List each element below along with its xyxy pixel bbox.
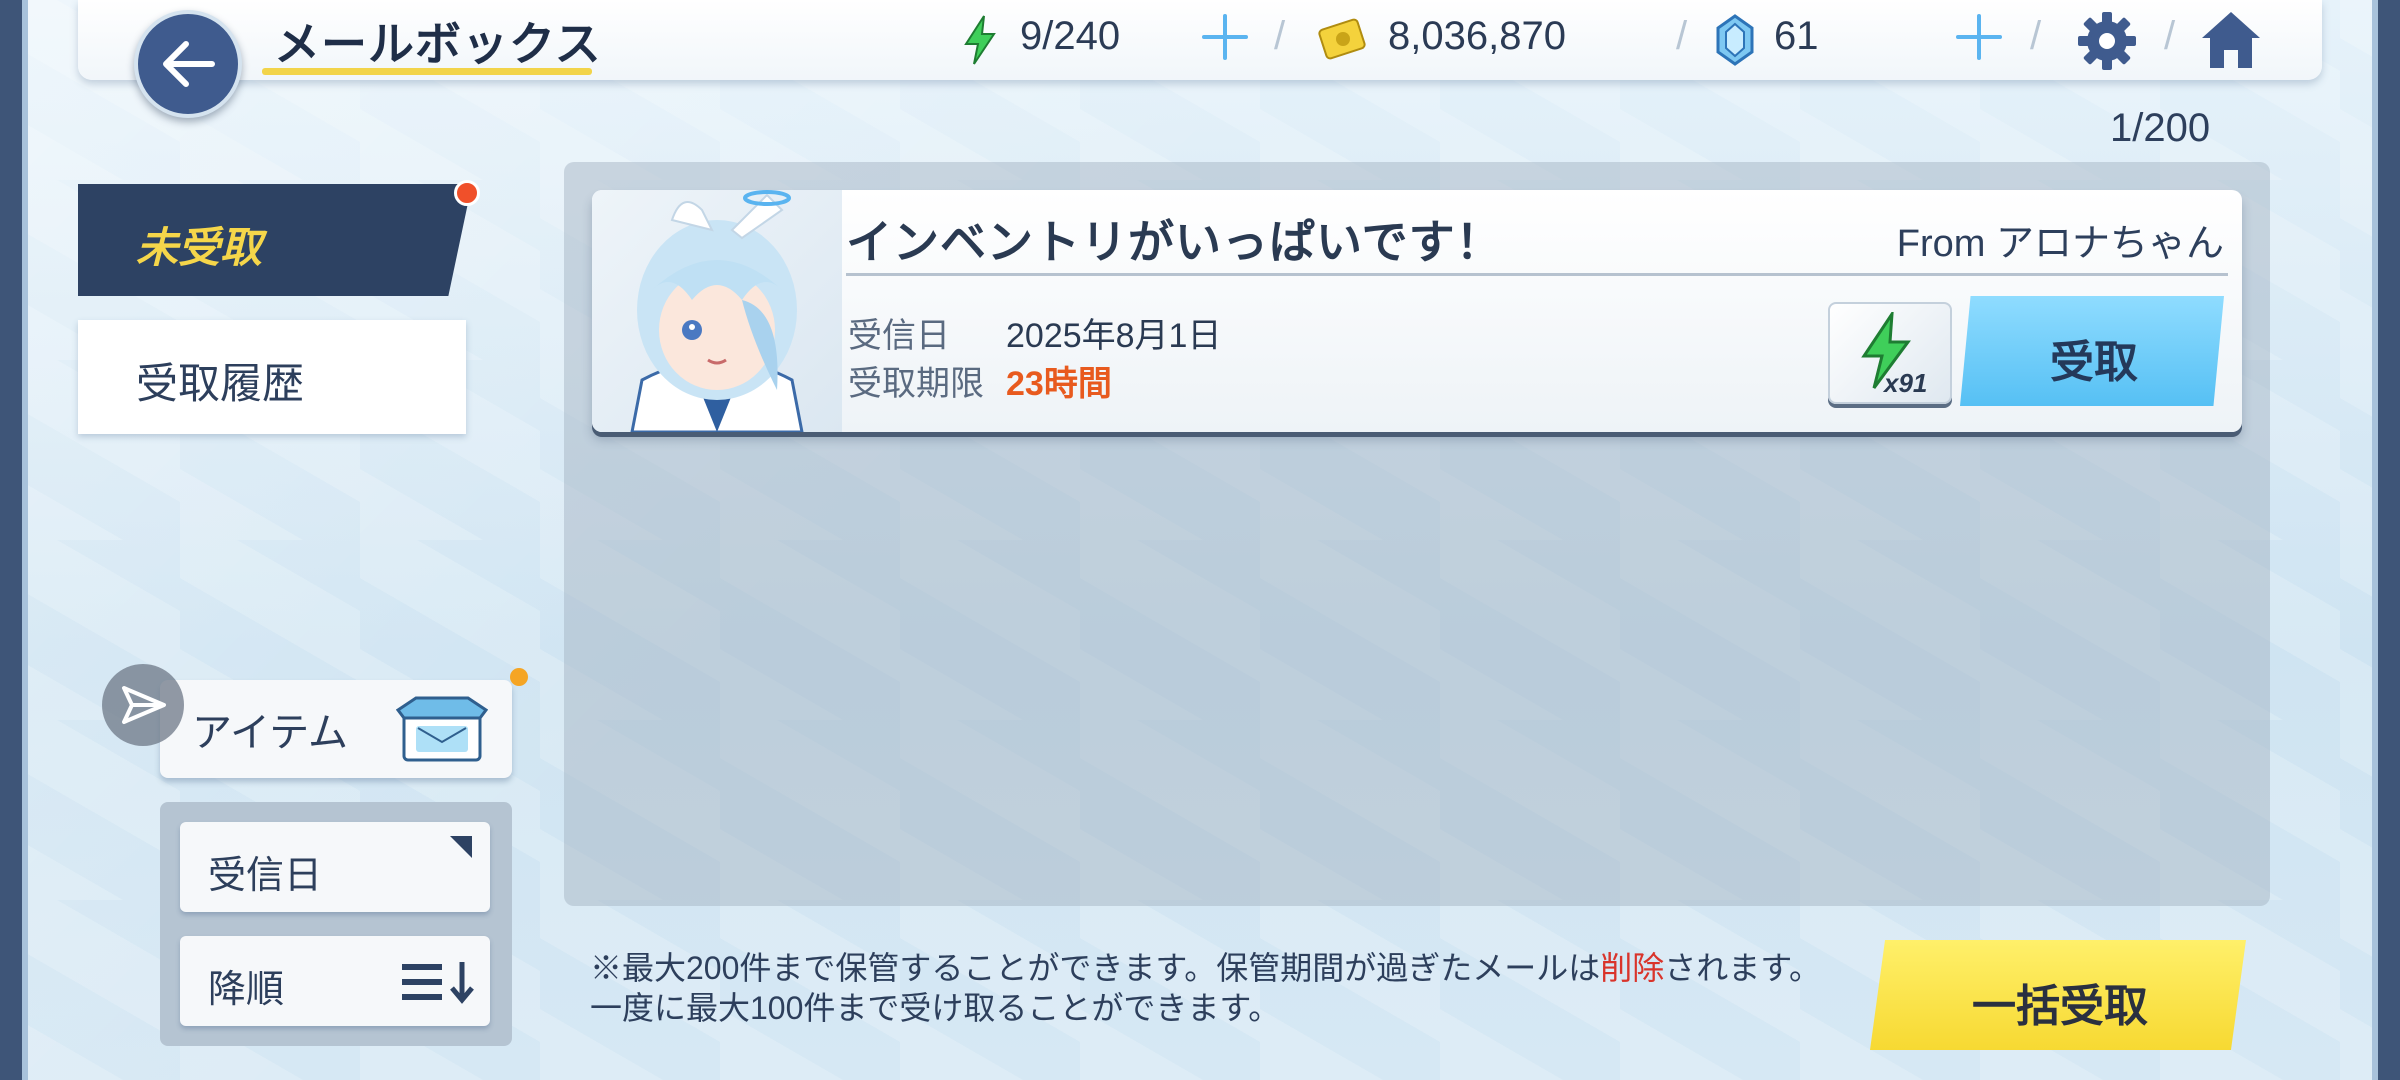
sort-order-label: 降順 [208,969,285,1011]
back-button[interactable] [134,10,242,118]
send-icon [102,664,184,746]
mail-count: 1/200 [2110,106,2211,150]
expiry-label: 受取期限 [848,365,984,403]
dropdown-corner-icon [450,836,472,858]
storage-notice-highlight: 削除 [1600,950,1665,986]
storage-notice-part1: ※最大200件まで保管することができます。保管期間が過ぎたメールは [590,950,1601,986]
divider: / [1274,14,1286,58]
received-date-value: 2025年8月1日 [1006,317,1222,355]
sort-descending-icon [402,962,474,1004]
notification-dot [454,180,480,206]
item-filter-label: アイテム [192,711,348,755]
tab-unreceived-label: 未受取 [136,224,263,271]
divider: / [2030,14,2042,58]
credit-card-icon [1318,18,1366,60]
divider: / [2164,14,2176,58]
mail-box-icon [396,696,488,762]
reward-quantity: x91 [1884,368,1928,398]
mail-title: インベントリがいっぱいです！ [846,216,1503,268]
storage-notice: ※最大200件まで保管することができます。保管期間が過ぎたメールは削除されます。… [590,948,1830,1028]
tab-history-label: 受取履歴 [136,360,305,407]
add-stamina-button[interactable] [1200,12,1250,62]
notification-dot [510,668,528,686]
stamina-value: 9/240 [1020,14,1121,58]
credits-value: 8,036,870 [1388,14,1566,58]
settings-gear-icon[interactable] [2076,10,2138,72]
sort-field-label: 受信日 [208,855,323,897]
left-frame-edge [0,0,28,1080]
mail-sender: From アロナちゃん [1896,223,2224,265]
receive-button-label: 受取 [2050,338,2138,387]
divider: / [1676,14,1688,58]
sender-avatar [592,190,842,432]
gems-value: 61 [1774,14,1819,58]
back-arrow-icon [163,41,215,87]
gem-icon [1716,14,1754,66]
home-icon[interactable] [2198,8,2264,72]
claim-all-label: 一括受取 [1972,982,2148,1031]
expiry-value: 23時間 [1006,365,1112,403]
add-gems-button[interactable] [1954,12,2004,62]
received-date-label: 受信日 [848,317,950,355]
title-underline [262,68,592,75]
stamina-bolt-icon [964,15,996,65]
right-frame-edge [2372,0,2400,1080]
page-title: メールボックス [274,18,602,70]
mail-divider [846,273,2228,276]
